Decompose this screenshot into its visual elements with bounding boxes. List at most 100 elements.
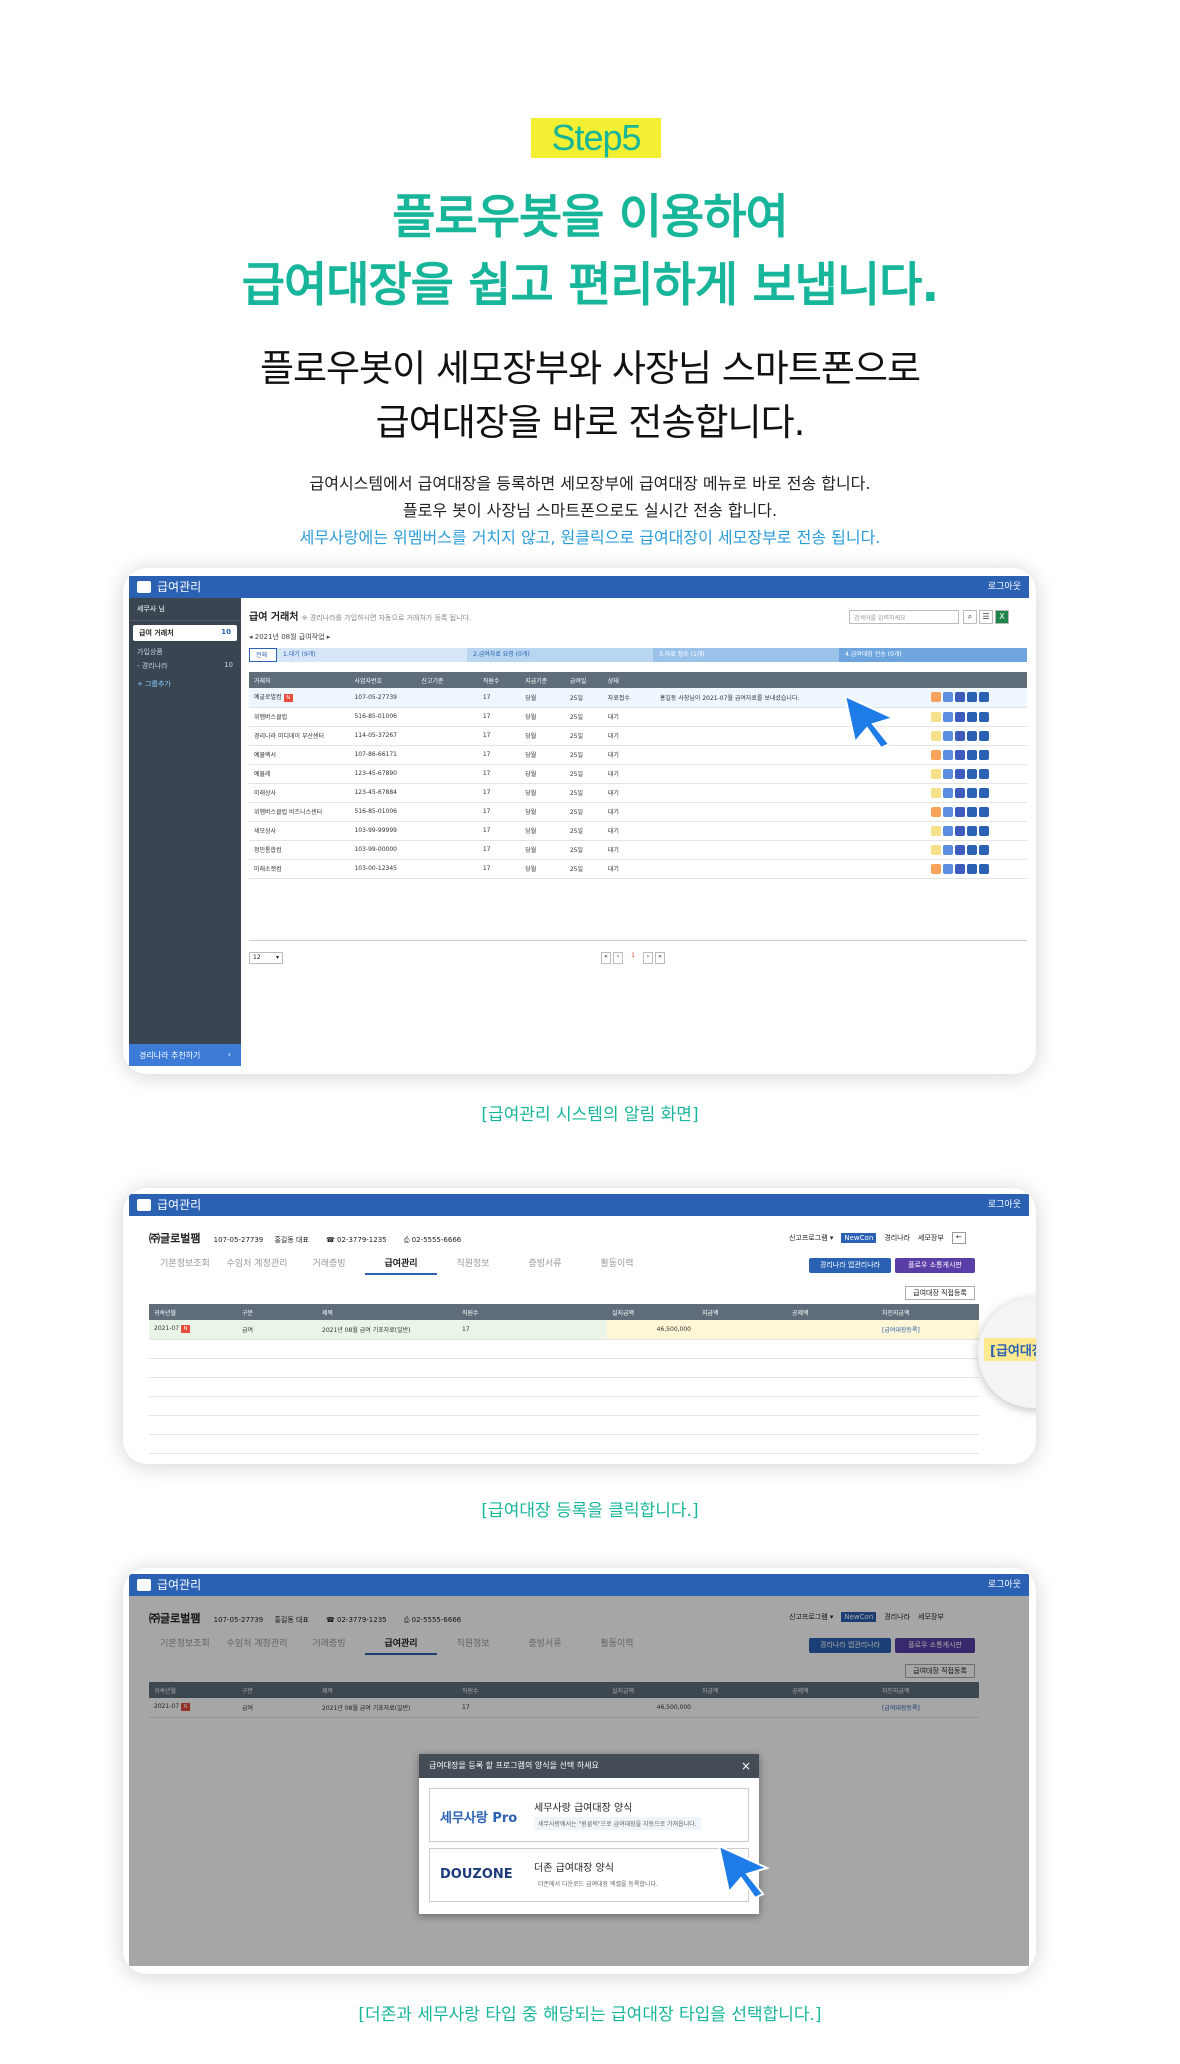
tab-payroll[interactable]: 급여관리 — [365, 1256, 437, 1275]
caption-2: [급여대장 등록을 클릭합니다.] — [481, 1501, 699, 1521]
table-row[interactable]: 위멤버스클럽 비즈니스센터 516-85-01006 17 당월 25일 대기 — [249, 802, 1027, 822]
app-manage-button[interactable]: 경리나라 앱관리나라 — [809, 1258, 891, 1273]
android-icon[interactable] — [979, 806, 990, 817]
table-row[interactable]: 경리나라 미디데이 부산센터 114-05-37267 17 당월 25일 대기 — [249, 726, 1027, 746]
tab-accounts[interactable]: 수임처 계정관리 — [221, 1256, 293, 1275]
send-icon[interactable] — [955, 768, 966, 779]
table-row[interactable]: 위멤버스클럽 516-85-01006 17 당월 25일 대기 — [249, 707, 1027, 727]
android-icon[interactable] — [979, 863, 990, 874]
search-icon[interactable]: ⌕ — [963, 610, 977, 624]
send-icon[interactable] — [955, 749, 966, 760]
sheet-icon[interactable] — [943, 711, 954, 722]
option-douzone[interactable]: DOUZONE 더존 급여대장 양식 더존에서 다운로드 급여대장 엑셀을 등록… — [429, 1848, 749, 1902]
doc-icon[interactable] — [931, 806, 942, 817]
period-selector[interactable]: ◂ 2021년 08월 급여작업 ▸ — [249, 632, 330, 642]
android-icon[interactable] — [967, 749, 978, 760]
android-icon[interactable] — [979, 749, 990, 760]
tab-basic-info[interactable]: 기본정보조회 — [149, 1256, 221, 1275]
sheet-icon[interactable] — [943, 730, 954, 741]
doc-icon[interactable] — [931, 863, 942, 874]
step-received[interactable]: 3.자료 접수 (1개) — [653, 648, 839, 662]
sidebar-item-payroll-clients[interactable]: 급여 거래처 10 — [133, 625, 237, 641]
android-icon[interactable] — [967, 711, 978, 722]
mouse-cursor-icon — [843, 694, 896, 750]
logout-link[interactable]: 로그아웃 — [988, 576, 1021, 598]
table-row[interactable]: 예글로벌컴 N 107-05-27739 17 당월 25일 자료접수 홍길동 사장님이 20… — [249, 688, 1027, 708]
register-link[interactable]: [급여대장등록] — [877, 1320, 979, 1340]
sheet-icon[interactable] — [943, 825, 954, 836]
android-icon[interactable] — [979, 711, 990, 722]
sidebar-item-gyeongrinara[interactable]: - 경리나라 10 — [129, 659, 241, 673]
tab-evidence[interactable]: 거래증빙 — [293, 1256, 365, 1275]
table-row[interactable]: 예뮬레 123-45-67890 17 당월 25일 대기 — [249, 764, 1027, 784]
filter-all[interactable]: 전체 — [249, 648, 277, 662]
doc-icon[interactable] — [931, 825, 942, 836]
android-icon[interactable] — [979, 787, 990, 798]
tab-documents[interactable]: 증빙서류 — [509, 1256, 581, 1275]
send-icon[interactable] — [955, 787, 966, 798]
send-icon[interactable] — [955, 844, 966, 855]
android-icon[interactable] — [967, 692, 978, 703]
doc-icon[interactable] — [931, 749, 942, 760]
android-icon[interactable] — [967, 730, 978, 741]
send-icon[interactable] — [955, 825, 966, 836]
sheet-icon[interactable] — [943, 692, 954, 703]
send-icon[interactable] — [955, 692, 966, 703]
tab-employees[interactable]: 직원정보 — [437, 1256, 509, 1275]
tab-activity[interactable]: 활동이력 — [581, 1256, 653, 1275]
sheet-icon[interactable] — [943, 768, 954, 779]
android-icon[interactable] — [967, 844, 978, 855]
send-icon[interactable] — [955, 711, 966, 722]
step-sent[interactable]: 4.급여대장 전송 (0개) — [839, 648, 1027, 662]
doc-icon[interactable] — [931, 768, 942, 779]
android-icon[interactable] — [979, 844, 990, 855]
android-icon[interactable] — [979, 692, 990, 703]
table-row[interactable]: 세모상사 103-99-99999 17 당월 25일 대기 — [249, 821, 1027, 841]
step-waiting[interactable]: 1.대기 (9개) — [277, 648, 467, 662]
sheet-icon[interactable] — [943, 787, 954, 798]
direct-register-button[interactable]: 급여대장 직접등록 — [905, 1286, 975, 1300]
titlebar: 급여관리 로그아웃 — [129, 1574, 1029, 1596]
doc-icon[interactable] — [931, 844, 942, 855]
android-icon[interactable] — [979, 730, 990, 741]
excel-icon[interactable]: X — [995, 610, 1009, 624]
send-icon[interactable] — [955, 863, 966, 874]
android-icon[interactable] — [967, 768, 978, 779]
android-icon[interactable] — [979, 768, 990, 779]
logout-link[interactable]: 로그아웃 — [988, 1574, 1021, 1596]
logout-link[interactable]: 로그아웃 — [988, 1194, 1021, 1216]
step-request[interactable]: 2.급여자료 요청 (0개) — [467, 648, 653, 662]
screenshot-card-2: 급여관리 로그아웃 ㈜글로벌팸 107-05-27739 홍길동 대표 ☎ 02… — [123, 1188, 1036, 1464]
page-size-select[interactable]: 12 ▾ — [249, 952, 283, 964]
company-name: ㈜글로벌팸 — [149, 1232, 201, 1245]
android-icon[interactable] — [979, 825, 990, 836]
back-icon[interactable]: ← — [951, 1232, 966, 1244]
table-row[interactable]: 2021-07 N 급여 2021년 08월 급여 기초자료(일반) 17 46,… — [149, 1320, 979, 1340]
table-row[interactable]: 미래소켓컴 103-00-12345 17 당월 25일 대기 — [249, 859, 1027, 879]
android-icon[interactable] — [967, 806, 978, 817]
sheet-icon[interactable] — [943, 806, 954, 817]
recommend-button[interactable]: 경리나라 추천하기 › — [129, 1044, 241, 1066]
search-input[interactable]: 검색어를 입력하세요 — [849, 610, 959, 624]
android-icon[interactable] — [967, 825, 978, 836]
doc-icon[interactable] — [931, 711, 942, 722]
option-semusarang[interactable]: 세무사랑 Pro 세무사랑 급여대장 양식 세무사랑에서는 "원클릭"으로 급여… — [429, 1788, 749, 1842]
client-table: 거래처 사업자번호 신고기준 직원수 지급기준 급여일 상태 예글로벌컴 N 107… — [249, 672, 1027, 879]
table-row[interactable]: 미래상사 123-45-67884 17 당월 25일 대기 — [249, 783, 1027, 803]
send-icon[interactable] — [955, 806, 966, 817]
table-row[interactable]: 정민통합컴 103-99-00000 17 당월 25일 대기 — [249, 840, 1027, 860]
android-icon[interactable] — [967, 787, 978, 798]
add-group-button[interactable]: + 그룹추가 — [129, 673, 241, 695]
sheet-icon[interactable] — [943, 844, 954, 855]
close-icon[interactable]: × — [741, 1754, 751, 1778]
sheet-icon[interactable] — [943, 863, 954, 874]
sheet-icon[interactable] — [943, 749, 954, 760]
doc-icon[interactable] — [931, 692, 942, 703]
doc-icon[interactable] — [931, 730, 942, 741]
flow-board-button[interactable]: 플로우 소통게시판 — [895, 1258, 975, 1273]
doc-icon[interactable] — [931, 787, 942, 798]
send-icon[interactable] — [955, 730, 966, 741]
android-icon[interactable] — [967, 863, 978, 874]
list-view-icon[interactable]: ☰ — [979, 610, 993, 624]
table-row[interactable]: 예뮬렉서 107-86-66171 17 당월 25일 대기 — [249, 745, 1027, 765]
